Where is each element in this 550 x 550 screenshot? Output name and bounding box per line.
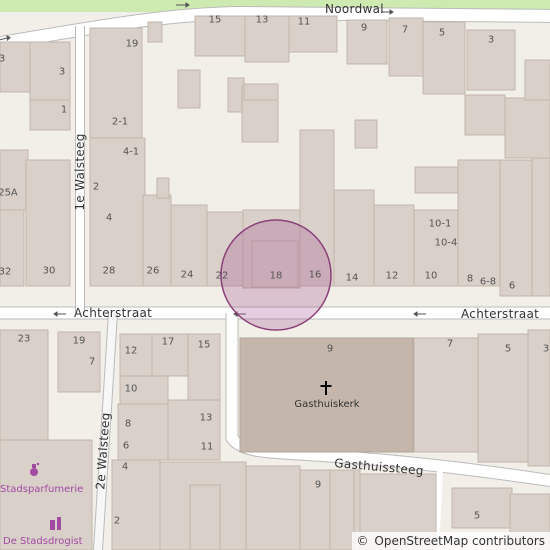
house-number: 17 bbox=[161, 336, 175, 348]
house-number: 15 bbox=[197, 339, 211, 351]
map-canvas[interactable]: Noordwal Achterstraat Achterstraat 1e Wa… bbox=[0, 0, 550, 550]
house-number: 3 bbox=[0, 53, 6, 65]
attribution-link[interactable]: OpenStreetMap contributors bbox=[374, 534, 545, 548]
house-number: 4 bbox=[121, 461, 129, 473]
house-number: 10-4 bbox=[434, 237, 458, 249]
house-number: 5 bbox=[473, 510, 481, 522]
house-number: 26 bbox=[146, 265, 160, 277]
house-number: 6-8 bbox=[479, 276, 497, 288]
house-number: 32 bbox=[0, 266, 12, 278]
house-number: 13 bbox=[199, 412, 213, 424]
house-number: 4 bbox=[105, 212, 113, 224]
poi-label-parfumerie[interactable]: Stadsparfumerie bbox=[0, 484, 83, 495]
copyright-symbol: © bbox=[356, 534, 369, 548]
street-label-achterstraat: Achterstraat bbox=[461, 307, 540, 321]
house-number: 4-1 bbox=[122, 146, 140, 158]
house-number: 10 bbox=[124, 383, 138, 395]
house-number: 8 bbox=[124, 418, 132, 430]
house-number: 7 bbox=[401, 24, 409, 36]
house-number: 16 bbox=[308, 269, 322, 281]
house-number: 25A bbox=[0, 187, 18, 199]
street-label-1e-walsteeg: 1e Walsteeg bbox=[73, 133, 87, 211]
house-number: 3 bbox=[58, 66, 66, 78]
house-number: 7 bbox=[446, 338, 454, 350]
house-number: 1 bbox=[60, 104, 68, 116]
house-number: 2-1 bbox=[111, 116, 129, 128]
house-number: 19 bbox=[72, 335, 86, 347]
church-building bbox=[239, 337, 414, 453]
house-number: 13 bbox=[255, 14, 269, 26]
house-number: 6 bbox=[508, 280, 516, 292]
house-number: 14 bbox=[345, 272, 359, 284]
house-number: 11 bbox=[200, 441, 214, 453]
house-number: 9 bbox=[360, 22, 368, 34]
poi-label-drogist[interactable]: De Stadsdrogist bbox=[3, 536, 83, 547]
house-number: 3 bbox=[487, 34, 495, 46]
house-number: 24 bbox=[180, 269, 194, 281]
house-number: 2 bbox=[113, 515, 121, 527]
house-number: 15 bbox=[208, 14, 222, 26]
church-label: Gasthuiskerk bbox=[294, 399, 360, 410]
street-label-achterstraat: Achterstraat bbox=[74, 306, 153, 320]
house-number: 8 bbox=[466, 273, 474, 285]
house-number: 23 bbox=[17, 333, 31, 345]
street-label-noordwal: Noordwal bbox=[325, 2, 384, 16]
house-number: 3 bbox=[542, 343, 550, 355]
house-number: 2 bbox=[92, 181, 100, 193]
house-number: 18 bbox=[269, 270, 283, 282]
house-number: 22 bbox=[215, 270, 229, 282]
house-number: 9 bbox=[314, 479, 322, 491]
house-number: 6 bbox=[122, 440, 130, 452]
house-number: 9 bbox=[326, 343, 334, 355]
house-number: 12 bbox=[124, 345, 138, 357]
house-number: 10-1 bbox=[428, 218, 452, 230]
house-number: 28 bbox=[102, 265, 116, 277]
house-number: 11 bbox=[297, 16, 311, 28]
house-number: 5 bbox=[438, 27, 446, 39]
house-number: 19 bbox=[125, 38, 139, 50]
house-number: 7 bbox=[88, 356, 96, 368]
map-attribution: © OpenStreetMap contributors bbox=[351, 532, 550, 550]
house-number: 5 bbox=[504, 343, 512, 355]
house-number: 30 bbox=[42, 265, 56, 277]
house-number: 12 bbox=[385, 270, 399, 282]
house-number: 10 bbox=[424, 270, 438, 282]
